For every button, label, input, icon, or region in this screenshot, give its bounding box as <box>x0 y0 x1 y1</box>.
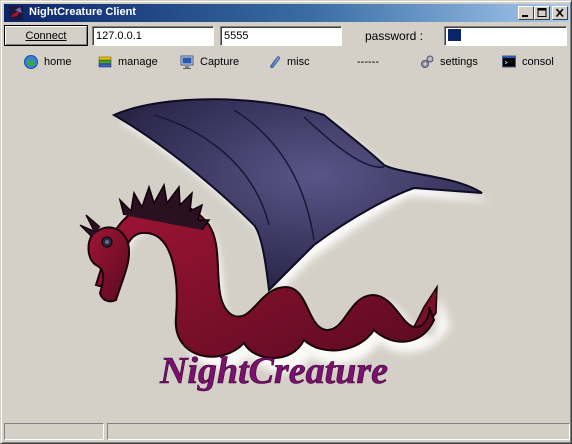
close-button[interactable] <box>552 6 568 20</box>
status-panel-right <box>107 423 570 440</box>
dragon-logo <box>79 98 483 359</box>
password-input[interactable] <box>444 26 567 46</box>
minimize-icon <box>522 15 528 17</box>
minimize-button[interactable] <box>518 6 534 20</box>
logo-canvas: NightCreature <box>79 98 490 392</box>
connection-bar: Connect 127.0.0.1 5555 password : <box>1 25 572 47</box>
password-label: password : <box>365 29 424 43</box>
menu-separator-label: ------ <box>357 56 379 68</box>
window-title: NightCreature Client <box>29 6 136 18</box>
host-input[interactable]: 127.0.0.1 <box>92 26 214 46</box>
capture-icon <box>180 55 194 69</box>
maximize-icon <box>537 8 547 17</box>
console-icon <box>502 55 516 68</box>
menu-label-manage: manage <box>118 56 158 68</box>
menu-label-settings: settings <box>440 56 478 68</box>
menu-label-misc: misc <box>287 56 310 68</box>
menu-item-manage[interactable]: manage <box>97 53 158 71</box>
menu-item-settings[interactable]: settings <box>419 53 478 71</box>
connect-button[interactable]: Connect <box>4 25 88 46</box>
menu-separator: ------ <box>357 53 379 71</box>
close-icon <box>555 8 564 18</box>
title-bar[interactable]: NightCreature Client <box>4 4 569 22</box>
menu-item-consol[interactable]: consol <box>501 53 554 71</box>
port-input[interactable]: 5555 <box>220 26 342 46</box>
app-window: NightCreature Client Connect 127.0.0.1 5… <box>0 0 572 444</box>
menu-label-home: home <box>44 56 72 68</box>
menu-item-misc[interactable]: misc <box>266 53 310 71</box>
menu-bar: home manage Capture misc ------ settings… <box>1 51 572 73</box>
status-bar <box>4 423 570 441</box>
logo-text: NightCreature <box>159 350 388 392</box>
home-icon <box>24 55 38 69</box>
menu-item-home[interactable]: home <box>23 53 72 71</box>
dragon-app-icon <box>9 6 23 20</box>
connect-button-label: Connect <box>25 29 67 42</box>
maximize-button[interactable] <box>534 6 550 20</box>
paperclip-icon <box>270 56 280 69</box>
password-selection-marker <box>448 29 461 42</box>
menu-item-capture[interactable]: Capture <box>179 53 239 71</box>
menu-label-capture: Capture <box>200 56 240 68</box>
manage-icon <box>98 56 112 68</box>
gears-icon <box>421 55 434 68</box>
status-panel-left <box>4 423 104 440</box>
menu-label-consol: consol <box>522 56 554 68</box>
